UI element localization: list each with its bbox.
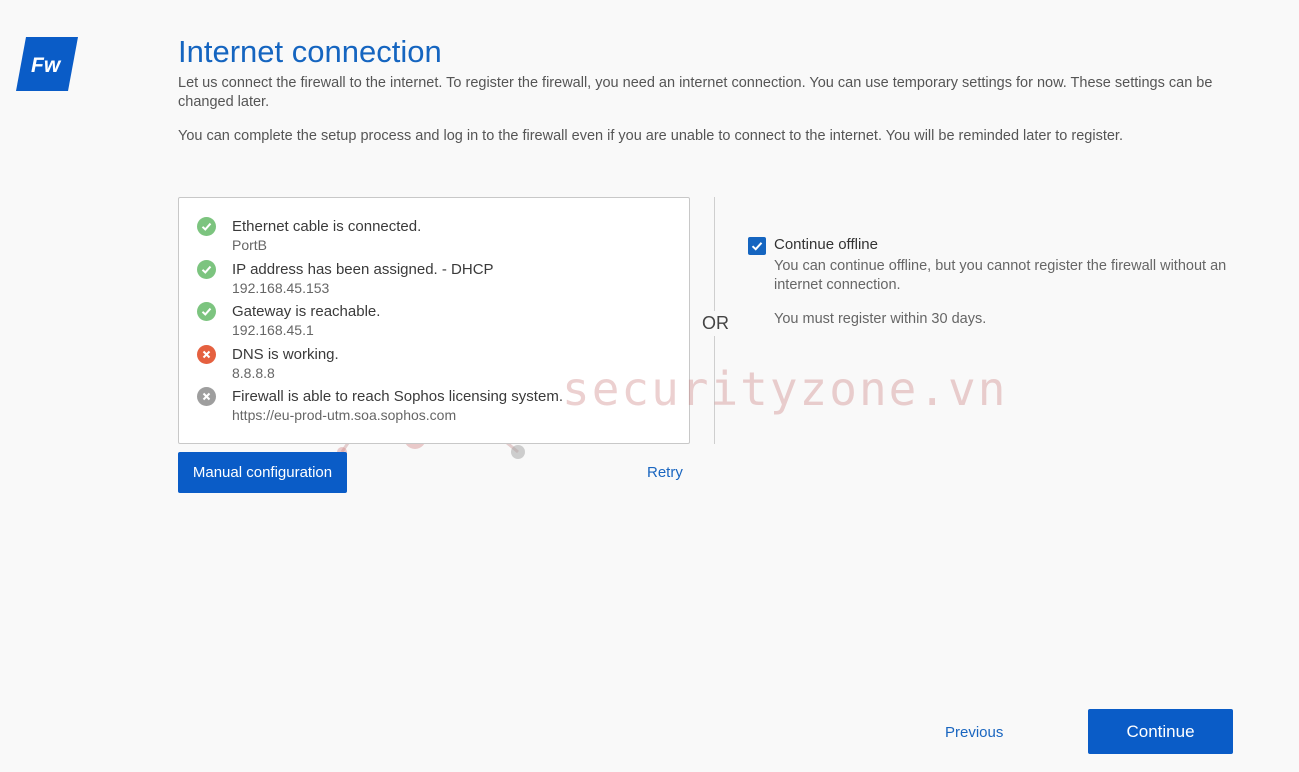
connection-status-panel: Ethernet cable is connected. PortB IP ad…: [178, 197, 690, 444]
continue-offline-description: You can continue offline, but you cannot…: [774, 258, 1227, 293]
pending-circle-icon: [197, 387, 216, 406]
intro-text-secondary: You can complete the setup process and l…: [178, 128, 1123, 144]
error-circle-icon: [197, 345, 216, 364]
check-label: Firewall is able to reach Sophos licensi…: [232, 388, 563, 405]
check-detail: 192.168.45.153: [232, 280, 330, 296]
check-label: Gateway is reachable.: [232, 303, 381, 320]
check-circle-icon: [197, 217, 216, 236]
manual-configuration-button[interactable]: Manual configuration: [178, 452, 347, 493]
check-detail: PortB: [232, 237, 268, 253]
checkmark-icon: [751, 242, 763, 251]
check-detail: https://eu-prod-utm.soa.sophos.com: [232, 407, 457, 423]
page-title: Internet connection: [178, 34, 442, 69]
or-separator: OR: [702, 311, 729, 336]
check-label: Ethernet cable is connected.: [232, 218, 422, 235]
continue-button[interactable]: Continue: [1088, 709, 1233, 754]
check-label: IP address has been assigned. - DHCP: [232, 261, 494, 278]
continue-offline-label[interactable]: Continue offline: [774, 236, 878, 253]
continue-offline-checkbox[interactable]: [748, 237, 766, 255]
check-detail: 8.8.8.8: [232, 365, 275, 381]
retry-link[interactable]: Retry: [647, 464, 683, 481]
check-circle-icon: [197, 260, 216, 279]
intro-text: Let us connect the firewall to the inter…: [178, 75, 1213, 110]
previous-link[interactable]: Previous: [945, 724, 1003, 741]
check-detail: 192.168.45.1: [232, 322, 314, 338]
firewall-logo: Fw: [16, 37, 78, 91]
check-label: DNS is working.: [232, 346, 339, 363]
logo-text: Fw: [31, 54, 62, 77]
register-deadline-note: You must register within 30 days.: [774, 311, 987, 327]
check-circle-icon: [197, 302, 216, 321]
